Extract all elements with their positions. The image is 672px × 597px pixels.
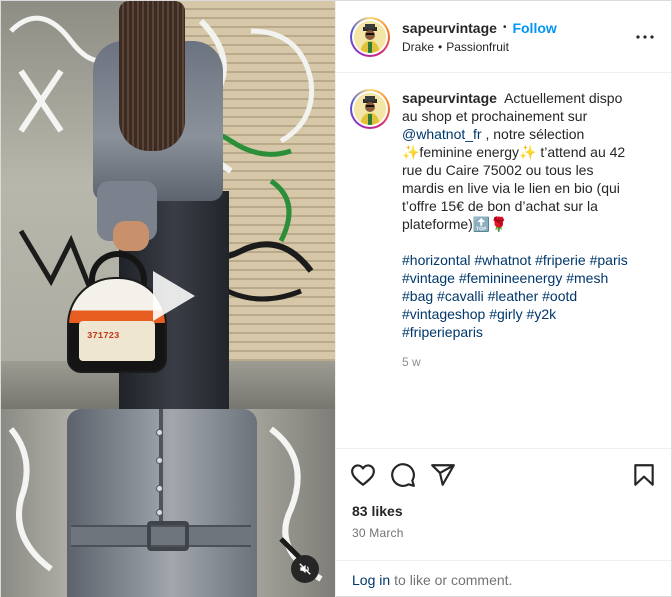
hashtag-link[interactable]: #leather: [488, 288, 539, 304]
hashtag-link[interactable]: #vintageshop: [402, 306, 485, 322]
follow-button[interactable]: Follow: [512, 20, 556, 36]
hashtag-link[interactable]: #bag: [402, 288, 433, 304]
username-link[interactable]: sapeurvintage: [402, 20, 497, 36]
audio-track[interactable]: Passionfruit: [446, 40, 509, 54]
media-photo-top: 371723: [1, 1, 335, 409]
heart-icon[interactable]: [350, 462, 376, 488]
login-link[interactable]: Log in: [352, 572, 390, 588]
hashtag-link[interactable]: #friperieparis: [402, 324, 483, 340]
share-icon[interactable]: [430, 462, 456, 488]
audio-info[interactable]: Drake • Passionfruit: [402, 40, 557, 54]
bookmark-icon[interactable]: [631, 462, 657, 488]
comment-icon[interactable]: [390, 462, 416, 488]
hashtag-link[interactable]: #ootd: [542, 288, 577, 304]
hashtag-link[interactable]: #horizontal: [402, 252, 471, 268]
like-count[interactable]: 83 likes: [336, 502, 671, 520]
avatar: [354, 20, 386, 53]
hashtag-link[interactable]: #vintage: [402, 270, 455, 286]
caption-text: sapeurvintage Actuellement dispo au shop…: [402, 89, 634, 448]
more-icon: [636, 35, 654, 39]
bag-number: 371723: [87, 331, 120, 341]
hashtag-list: #horizontal #whatnot #friperie #paris #v…: [402, 251, 634, 341]
more-options-button[interactable]: [635, 27, 655, 47]
caption-story-ring[interactable]: [350, 89, 390, 129]
instagram-post: 371723 sapeurvintage • Follow Drake • Pa…: [0, 0, 672, 597]
caption-area: sapeurvintage Actuellement dispo au shop…: [336, 73, 671, 448]
story-ring[interactable]: [350, 16, 390, 57]
post-side-panel: sapeurvintage • Follow Drake • Passionfr…: [335, 1, 671, 597]
play-icon: [153, 271, 195, 321]
post-age[interactable]: 5 w: [402, 353, 634, 371]
hashtag-link[interactable]: #mesh: [566, 270, 608, 286]
play-button[interactable]: [131, 259, 205, 333]
action-bar: [336, 448, 671, 500]
hashtag-link[interactable]: #cavalli: [437, 288, 484, 304]
separator-dot: •: [502, 22, 507, 33]
caption-username-link[interactable]: sapeurvintage: [402, 90, 497, 106]
mention-link[interactable]: @whatnot_fr: [402, 126, 482, 142]
post-media[interactable]: 371723: [1, 1, 335, 597]
audio-artist[interactable]: Drake: [402, 40, 434, 54]
hashtag-link[interactable]: #paris: [590, 252, 628, 268]
comment-login-bar: Log in to like or comment.: [336, 560, 671, 597]
hashtag-link[interactable]: #whatnot: [474, 252, 531, 268]
comment-prompt: to like or comment.: [394, 571, 513, 588]
mute-button[interactable]: [291, 555, 319, 583]
muted-icon: [299, 563, 311, 575]
hashtag-link[interactable]: #girly: [489, 306, 522, 322]
post-header: sapeurvintage • Follow Drake • Passionfr…: [336, 1, 671, 73]
hashtag-link[interactable]: #feminineenergy: [459, 270, 563, 286]
audio-separator: •: [438, 39, 443, 54]
hashtag-link[interactable]: #y2k: [527, 306, 557, 322]
hashtag-link[interactable]: #friperie: [535, 252, 586, 268]
media-photo-bottom: [1, 409, 335, 597]
caption-avatar: [354, 93, 386, 125]
post-date[interactable]: 30 March: [336, 526, 671, 542]
